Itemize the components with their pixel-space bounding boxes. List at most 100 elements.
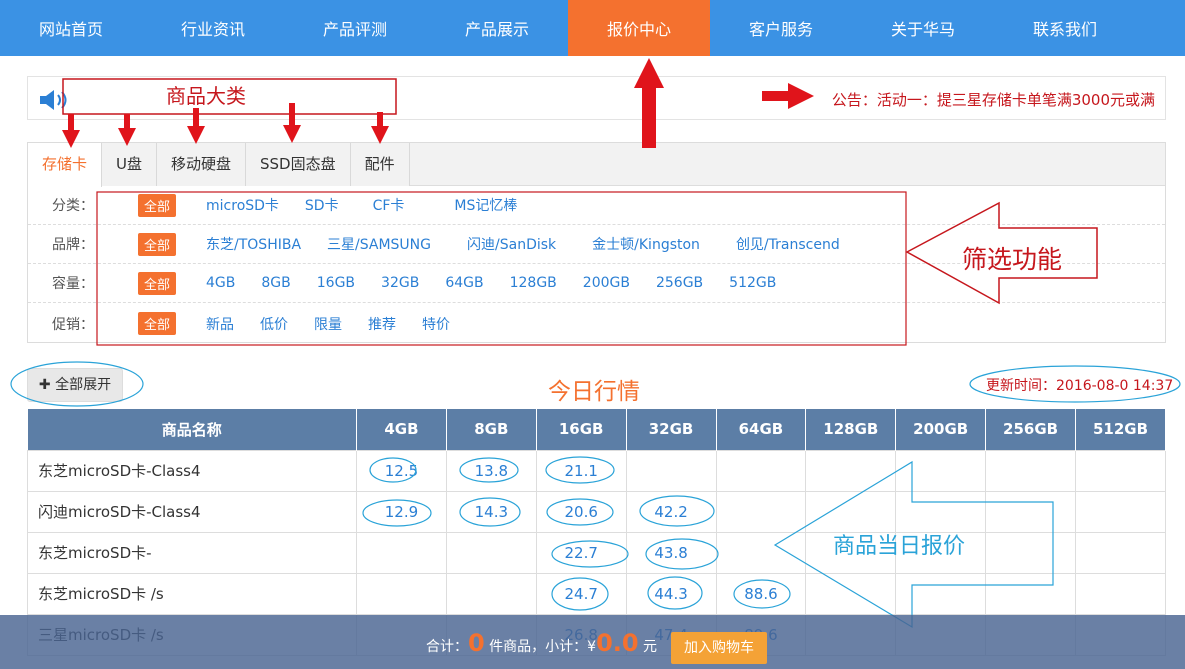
- filter-option[interactable]: MS记忆棒: [454, 195, 517, 215]
- filter-option[interactable]: 8GB: [261, 275, 290, 291]
- price-cell: [1075, 572, 1166, 615]
- col-capacity: 32GB: [626, 409, 717, 450]
- filter-option[interactable]: 低价: [260, 314, 288, 334]
- filter-label: 品牌：: [52, 237, 94, 253]
- expand-all-label: 全部展开: [55, 377, 112, 393]
- price-cell[interactable]: 14.3: [445, 490, 537, 533]
- price-cell: [895, 449, 987, 492]
- price-cell: [356, 572, 447, 615]
- tab-1[interactable]: U盘: [102, 143, 157, 186]
- filter-label: 容量：: [52, 276, 94, 292]
- price-cell[interactable]: 20.6: [535, 490, 627, 533]
- price-cell: [715, 490, 807, 533]
- filter-option[interactable]: 限量: [314, 314, 342, 334]
- price-cell[interactable]: 22.7: [535, 531, 627, 574]
- filter-option[interactable]: 三星/SAMSUNG: [327, 234, 431, 254]
- filter-option[interactable]: 创见/Transcend: [736, 234, 840, 254]
- price-cell: [805, 572, 897, 615]
- price-cell: [805, 490, 897, 533]
- plus-icon: ✚: [38, 377, 56, 393]
- nav-item-1[interactable]: 行业资讯: [142, 0, 284, 56]
- price-cell[interactable]: 13.8: [445, 449, 537, 492]
- filter-annotation-label: 筛选功能: [962, 245, 1063, 274]
- filter-option[interactable]: 金士顿/Kingston: [592, 234, 700, 254]
- expand-all-button[interactable]: ✚ 全部展开: [27, 368, 123, 402]
- price-cell[interactable]: 44.3: [625, 572, 717, 615]
- price-cell: [985, 531, 1076, 574]
- nav-item-4[interactable]: 报价中心: [568, 0, 710, 56]
- nav-item-5[interactable]: 客户服务: [710, 0, 852, 56]
- price-cell: [895, 572, 987, 615]
- filter-option[interactable]: 32GB: [381, 275, 419, 291]
- total-label: 合计：: [426, 639, 468, 655]
- filter-option[interactable]: 64GB: [445, 275, 483, 291]
- quote-annotation-label: 商品当日报价: [833, 534, 966, 559]
- filter-row-3: 促销： 全部 新品 低价 限量 推荐 特价: [28, 304, 1165, 343]
- price-cell[interactable]: 43.8: [625, 531, 717, 574]
- product-name-cell: 东芝microSD卡 /s: [27, 572, 357, 615]
- filter-option[interactable]: 特价: [422, 314, 450, 334]
- cart-summary-bar: 合计：0 件商品，小计：¥0.0 元 加入购物车: [0, 615, 1185, 669]
- filter-option[interactable]: 新品: [206, 314, 234, 334]
- col-capacity: 512GB: [1075, 409, 1166, 450]
- filter-option[interactable]: 闪迪/SanDisk: [467, 234, 556, 254]
- price-cell: [625, 449, 717, 492]
- table-row: 东芝microSD卡-Class4 12.5 13.8 21.1: [27, 449, 1166, 492]
- filter-option[interactable]: 128GB: [510, 275, 557, 291]
- tab-4[interactable]: 配件: [350, 143, 410, 186]
- price-cell[interactable]: 12.5: [356, 449, 447, 492]
- tab-0[interactable]: 存储卡: [28, 143, 103, 187]
- col-capacity: 256GB: [985, 409, 1076, 450]
- filter-all-button[interactable]: 全部: [138, 312, 177, 335]
- price-cell[interactable]: 21.1: [535, 449, 627, 492]
- filter-option[interactable]: CF卡: [373, 195, 405, 215]
- nav-item-6[interactable]: 关于华马: [852, 0, 994, 56]
- filter-label: 促销：: [52, 316, 94, 333]
- filter-all-button[interactable]: 全部: [138, 232, 177, 256]
- tab-3[interactable]: SSD固态盘: [246, 143, 351, 186]
- filter-option[interactable]: SD卡: [305, 195, 339, 215]
- price-cell[interactable]: 12.9: [356, 490, 447, 533]
- filter-all-button[interactable]: 全部: [138, 271, 177, 295]
- notice-text[interactable]: 公告：活动一：提三星存储卡单笔满3000元或满: [832, 89, 1155, 110]
- price-cell: [1075, 531, 1166, 574]
- category-tabs: 存储卡 U盘 移动硬盘 SSD固态盘 配件: [28, 143, 1165, 187]
- product-name-cell: 闪迪microSD卡-Class4: [27, 490, 357, 533]
- tab-2[interactable]: 移动硬盘: [157, 143, 247, 186]
- nav-item-2[interactable]: 产品评测: [284, 0, 426, 56]
- col-capacity: 16GB: [536, 409, 627, 450]
- col-capacity: 8GB: [446, 409, 537, 450]
- nav-item-0[interactable]: 网站首页: [0, 0, 142, 56]
- price-cell: [985, 572, 1076, 615]
- nav-item-3[interactable]: 产品展示: [426, 0, 568, 56]
- table-row: 东芝microSD卡- 22.7 43.8: [27, 531, 1166, 574]
- filter-row-0: 分类： 全部 microSD卡 SD卡 CF卡 MS记忆棒: [28, 186, 1165, 225]
- table-row: 闪迪microSD卡-Class4 12.9 14.3 20.6 42.2: [27, 490, 1166, 533]
- filter-option[interactable]: 512GB: [729, 275, 776, 291]
- price-cell: [445, 572, 537, 615]
- price-cell: [985, 490, 1076, 533]
- price-cell[interactable]: 42.2: [625, 490, 717, 533]
- price-cell: [1075, 449, 1166, 492]
- col-capacity: 128GB: [805, 409, 897, 450]
- count-unit: 件商品，小计：¥: [489, 639, 597, 655]
- nav-item-7[interactable]: 联系我们: [994, 0, 1136, 56]
- filter-option[interactable]: 东芝/TOSHIBA: [206, 234, 301, 254]
- price-cell[interactable]: 88.6: [715, 572, 807, 615]
- filter-option[interactable]: 256GB: [656, 275, 703, 291]
- table-row: 东芝microSD卡 /s 24.7 44.3 88.6: [27, 572, 1166, 615]
- filter-option[interactable]: microSD卡: [206, 195, 279, 215]
- filter-option[interactable]: 200GB: [583, 275, 630, 291]
- filter-option[interactable]: 16GB: [317, 275, 355, 291]
- filter-all-button[interactable]: 全部: [138, 193, 177, 217]
- price-cell: [445, 531, 537, 574]
- add-to-cart-button[interactable]: 加入购物车: [671, 632, 767, 664]
- filter-option[interactable]: 推荐: [368, 314, 396, 334]
- price-cell[interactable]: 24.7: [535, 572, 627, 615]
- price-cell: [715, 531, 807, 574]
- filter-option[interactable]: 4GB: [206, 275, 235, 291]
- price-cell: [805, 449, 897, 492]
- today-quote-title: 今日行情: [548, 379, 640, 405]
- price-cell: [985, 449, 1076, 492]
- speaker-icon: [40, 90, 67, 110]
